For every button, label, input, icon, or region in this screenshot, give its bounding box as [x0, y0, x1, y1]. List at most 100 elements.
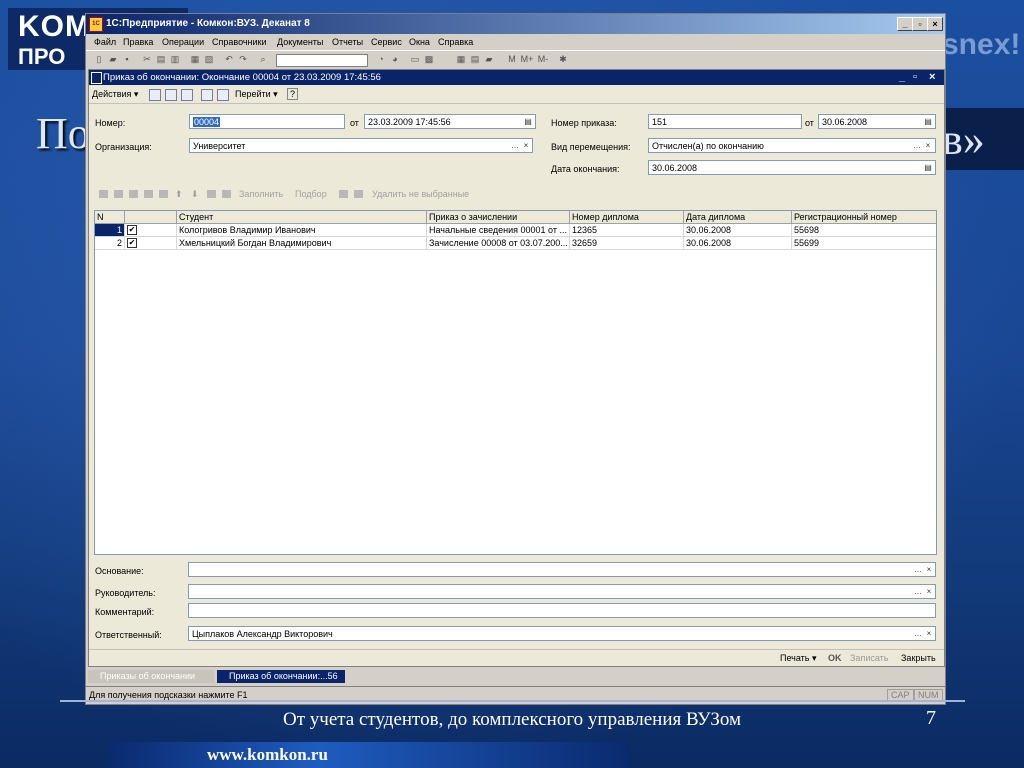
check-all-icon[interactable]: [339, 190, 348, 198]
menu-operations[interactable]: Операции: [162, 37, 204, 47]
calculator-icon[interactable]: ▦: [456, 54, 466, 64]
basis-select-button[interactable]: …: [913, 564, 923, 575]
head-select-button[interactable]: …: [913, 586, 923, 597]
close-doc-button[interactable]: Закрыть: [901, 653, 936, 663]
date-field[interactable]: 23.03.2009 17:45:56 ▤: [364, 114, 536, 129]
order-date-field[interactable]: 30.06.2008 ▤: [818, 114, 936, 129]
taskbar-tab-current-order[interactable]: Приказ об окончании:...56: [217, 670, 345, 683]
window-icon[interactable]: ▭: [410, 54, 420, 64]
menu-documents[interactable]: Документы: [277, 37, 323, 47]
row-checkbox[interactable]: ✔: [127, 225, 137, 235]
col-student[interactable]: Студент: [177, 211, 427, 223]
order-calendar-button[interactable]: ▤: [923, 116, 933, 127]
minimize-button[interactable]: _: [897, 17, 913, 31]
search-combo[interactable]: [276, 54, 368, 67]
col-diploma-no[interactable]: Номер диплома: [570, 211, 684, 223]
head-clear-button[interactable]: ×: [924, 586, 934, 597]
table-row[interactable]: 1 ✔ Кологривов Владимир Иванович Начальн…: [95, 224, 936, 237]
organization-field[interactable]: Университет … ×: [189, 138, 533, 153]
find-next-icon[interactable]: ◔: [376, 54, 386, 64]
calendar-button[interactable]: ▤: [523, 116, 533, 127]
edit-row-icon[interactable]: [129, 190, 138, 198]
col-enroll-order[interactable]: Приказ о зачислении: [427, 211, 570, 223]
responsible-field[interactable]: Цыплаков Александр Викторович … ×: [188, 626, 936, 641]
basis-field[interactable]: … ×: [188, 562, 936, 577]
memory-m-icon[interactable]: M: [506, 54, 518, 64]
col-reg-no[interactable]: Регистрационный номер: [792, 211, 936, 223]
col-n[interactable]: N: [95, 211, 125, 223]
ok-button[interactable]: OK: [828, 653, 842, 663]
number-field[interactable]: 00004: [189, 114, 345, 129]
memory-plus-icon[interactable]: M+: [520, 54, 534, 64]
menu-help[interactable]: Справка: [438, 37, 473, 47]
close-button[interactable]: ×: [927, 17, 943, 31]
calendar-icon[interactable]: ▤: [470, 54, 480, 64]
menu-file[interactable]: Файл: [94, 37, 116, 47]
print-button[interactable]: Печать ▾: [780, 653, 817, 664]
org-clear-button[interactable]: ×: [521, 140, 531, 151]
actions-menu[interactable]: Действия ▾: [92, 89, 138, 100]
goto-menu[interactable]: Перейти ▾: [235, 89, 278, 100]
menu-catalogs[interactable]: Справочники: [212, 37, 267, 47]
help-button[interactable]: ?: [287, 88, 299, 100]
menu-edit[interactable]: Правка: [123, 37, 153, 47]
find-prev-icon[interactable]: ◕: [390, 54, 400, 64]
doc-minimize-button[interactable]: _: [899, 71, 905, 83]
delete-unselected-button[interactable]: Удалить не выбранные: [372, 189, 469, 199]
row-checkbox-cell[interactable]: ✔: [125, 224, 177, 236]
doc-close-button[interactable]: ×: [929, 71, 935, 83]
end-date-field[interactable]: 30.06.2008 ▤: [648, 160, 936, 175]
org-select-button[interactable]: …: [510, 140, 520, 151]
folder-icon[interactable]: ▩: [424, 54, 434, 64]
table-row[interactable]: 2 ✔ Хмельницкий Богдан Владимирович Зачи…: [95, 237, 936, 250]
comment-field[interactable]: [188, 603, 936, 618]
move-down-icon[interactable]: ⬇: [191, 189, 199, 200]
cut-icon[interactable]: ✂: [142, 54, 152, 64]
head-field[interactable]: … ×: [188, 584, 936, 599]
sort-asc-icon[interactable]: [207, 190, 216, 198]
move-type-clear-button[interactable]: ×: [923, 140, 933, 151]
doc-restore-button[interactable]: ▫: [913, 71, 917, 83]
uncheck-all-icon[interactable]: [354, 190, 363, 198]
print-icon[interactable]: ▦: [190, 54, 200, 64]
tools-icon[interactable]: ✱: [558, 54, 568, 64]
end-edit-icon[interactable]: [159, 190, 168, 198]
open-icon[interactable]: ▰: [108, 54, 118, 64]
row-checkbox[interactable]: ✔: [127, 238, 137, 248]
col-diploma-date[interactable]: Дата диплома: [684, 211, 792, 223]
copy-row-icon[interactable]: [114, 190, 123, 198]
website-link[interactable]: www.komkon.ru: [207, 745, 328, 765]
restore-button[interactable]: ▫: [912, 17, 928, 31]
add-row-icon[interactable]: [99, 190, 108, 198]
doc-view-icon[interactable]: [165, 89, 177, 101]
menu-service[interactable]: Сервис: [371, 37, 402, 47]
pick-button[interactable]: Подбор: [295, 189, 327, 199]
responsible-select-button[interactable]: …: [913, 628, 923, 639]
back-icon[interactable]: [149, 89, 161, 101]
move-up-icon[interactable]: ⬆: [175, 189, 183, 200]
find-icon[interactable]: ⌕: [258, 54, 268, 64]
new-doc-icon[interactable]: ▯: [94, 54, 104, 64]
col-check[interactable]: [125, 211, 177, 223]
memory-minus-icon[interactable]: M-: [536, 54, 550, 64]
structure-icon[interactable]: [201, 89, 213, 101]
responsible-clear-button[interactable]: ×: [924, 628, 934, 639]
basis-clear-button[interactable]: ×: [924, 564, 934, 575]
save-button[interactable]: Записать: [850, 653, 888, 663]
row-checkbox-cell[interactable]: ✔: [125, 237, 177, 249]
redo-icon[interactable]: ↷: [238, 54, 248, 64]
delete-row-icon[interactable]: [144, 190, 153, 198]
order-number-field[interactable]: 151: [648, 114, 802, 129]
menu-reports[interactable]: Отчеты: [332, 37, 363, 47]
taskbar-tab-orders-list[interactable]: Приказы об окончании: [88, 670, 214, 683]
move-type-select-button[interactable]: …: [912, 140, 922, 151]
refresh-icon[interactable]: [181, 89, 193, 101]
paste-icon[interactable]: ▥: [170, 54, 180, 64]
save-icon[interactable]: ▪: [122, 54, 132, 64]
end-date-calendar-button[interactable]: ▤: [923, 162, 933, 173]
menu-windows[interactable]: Окна: [409, 37, 430, 47]
movements-icon[interactable]: [217, 89, 229, 101]
students-table[interactable]: N Студент Приказ о зачислении Номер дипл…: [94, 210, 937, 555]
copy-icon[interactable]: ▤: [156, 54, 166, 64]
fill-button[interactable]: Заполнить: [239, 189, 283, 199]
